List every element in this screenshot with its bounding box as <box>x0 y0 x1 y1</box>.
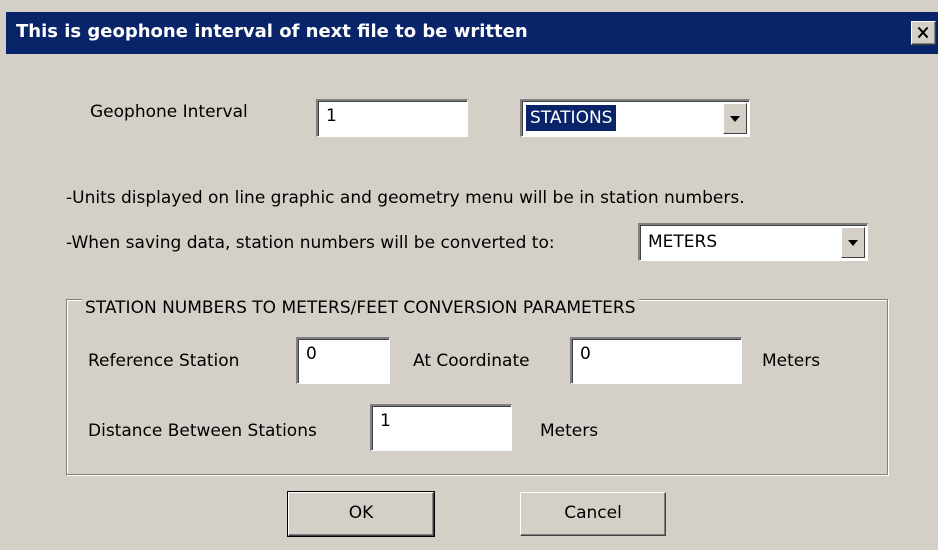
geophone-unit-dropdown-button[interactable] <box>723 103 747 134</box>
cancel-button[interactable]: Cancel <box>520 492 666 536</box>
title-bar[interactable]: This is geophone interval of next file t… <box>6 12 938 54</box>
info-line-convert: -When saving data, station numbers will … <box>66 233 555 253</box>
geophone-unit-select[interactable]: STATIONS <box>520 99 750 137</box>
window-title: This is geophone interval of next file t… <box>16 21 528 42</box>
geophone-interval-input[interactable]: 1 <box>316 99 468 137</box>
reference-station-label: Reference Station <box>88 351 240 371</box>
geophone-interval-label: Geophone Interval <box>90 102 248 122</box>
distance-between-stations-label: Distance Between Stations <box>88 421 317 441</box>
coordinate-unit-label: Meters <box>762 351 821 371</box>
chevron-down-icon <box>730 115 740 122</box>
convert-unit-dropdown-button[interactable] <box>841 227 865 258</box>
ok-button[interactable]: OK <box>287 491 435 537</box>
at-coordinate-input[interactable]: 0 <box>570 337 742 384</box>
reference-station-input[interactable]: 0 <box>296 337 390 384</box>
conversion-group-title: STATION NUMBERS TO METERS/FEET CONVERSIO… <box>82 297 639 319</box>
convert-unit-value: METERS <box>648 232 718 252</box>
dialog-window: This is geophone interval of next file t… <box>0 0 938 550</box>
distance-between-stations-input[interactable]: 1 <box>370 404 512 451</box>
close-icon <box>917 26 929 39</box>
geophone-unit-value: STATIONS <box>526 105 617 131</box>
info-line-units: -Units displayed on line graphic and geo… <box>66 188 745 208</box>
at-coordinate-label: At Coordinate <box>413 351 530 371</box>
close-button[interactable] <box>911 21 936 45</box>
chevron-down-icon <box>848 239 858 246</box>
convert-unit-select[interactable]: METERS <box>638 223 868 261</box>
distance-unit-label: Meters <box>540 421 599 441</box>
